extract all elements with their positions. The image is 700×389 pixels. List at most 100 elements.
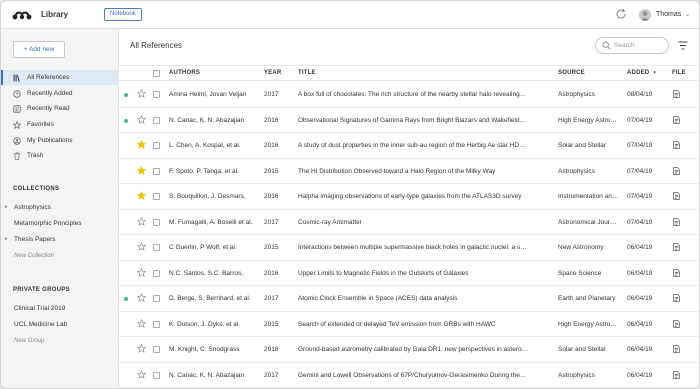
add-new-button[interactable]: + Add new (13, 41, 65, 58)
star-filled-icon[interactable] (137, 165, 146, 175)
star-outline-icon[interactable] (137, 216, 146, 226)
new-collection-link[interactable]: New Collection (14, 253, 54, 259)
added-cell: 06/04/19 (627, 320, 653, 328)
table-row[interactable]: F. Spoto, P. Tanga, et al. 2015 The HI Dis… (119, 159, 699, 184)
pdf-file-icon[interactable] (673, 217, 680, 226)
sync-icon[interactable] (615, 8, 627, 20)
year-cell: 2017 (264, 371, 279, 379)
mendeley-logo-icon[interactable] (12, 9, 32, 20)
sidebar-item-recently-read[interactable]: Recently Read (1, 101, 119, 116)
table-row[interactable]: N. Canac, K. N. Abazajian 2016 Observation… (119, 108, 699, 133)
pdf-file-icon[interactable] (673, 243, 680, 251)
pdf-file-icon[interactable] (673, 294, 680, 302)
collection-item-thesis-papers[interactable]: ▸ Thesis Papers (1, 232, 119, 247)
expand-arrow-icon[interactable]: ▸ (5, 200, 8, 215)
added-cell: 07/04/19 (627, 142, 653, 149)
authors-cell: L. Chen, A. Kospal, et al. (169, 142, 241, 149)
column-header-authors[interactable]: AUTHORS (169, 70, 200, 76)
table-row[interactable]: Amina Helmi, Jovan Veljan 2017 A box full … (119, 82, 699, 108)
star-filled-icon[interactable] (137, 140, 146, 149)
column-header-added[interactable]: ADDED ▼ (627, 70, 657, 76)
page-title: All References (130, 41, 183, 50)
collection-label: Thesis Papers (14, 236, 56, 243)
select-all-checkbox[interactable] (153, 70, 160, 77)
chevron-down-icon[interactable]: ⌄ (685, 11, 690, 18)
row-checkbox[interactable] (153, 371, 160, 379)
filter-icon[interactable] (678, 41, 688, 50)
notebook-button[interactable]: Notebook (104, 8, 142, 21)
table-row[interactable]: D. Berge, S. Bernhard, et al. 2017 Atomic … (119, 286, 699, 312)
pdf-file-icon[interactable] (673, 90, 680, 98)
star-outline-icon[interactable] (137, 267, 146, 277)
sidebar-item-my-publications[interactable]: My Publications (1, 133, 119, 148)
year-cell: 2016 (264, 346, 279, 353)
search-input[interactable] (614, 40, 666, 51)
pdf-file-icon[interactable] (673, 370, 680, 379)
row-checkbox[interactable] (153, 320, 160, 328)
table-row[interactable]: M. Knight, C. Snodgrass 2016 Ground-based … (119, 337, 699, 363)
row-checkbox[interactable] (153, 244, 160, 251)
pdf-file-icon[interactable] (673, 192, 680, 200)
added-cell: 06/04/19 (627, 244, 653, 251)
row-checkbox[interactable] (153, 346, 160, 353)
row-checkbox[interactable] (153, 142, 160, 149)
row-checkbox[interactable] (153, 218, 160, 226)
table-row[interactable]: C Guerlin, P Wolf, et al. 2015 Interaction… (119, 235, 699, 261)
collection-item-astrophysics[interactable]: ▸ Astrophysics (1, 200, 119, 215)
star-outline-icon[interactable] (137, 242, 146, 251)
pdf-file-icon[interactable] (673, 141, 680, 149)
sort-descending-icon[interactable]: ▼ (652, 70, 657, 75)
star-filled-icon[interactable] (137, 191, 146, 200)
search-box[interactable] (595, 37, 669, 54)
sidebar-item-recently-added[interactable]: Recently Added (1, 86, 119, 101)
row-checkbox[interactable] (153, 193, 160, 200)
user-avatar[interactable] (639, 9, 651, 21)
table-row[interactable]: M. Fumagalli, A. Boselli et al. 2017 Cosmi… (119, 210, 699, 235)
title-cell: Halpha imaging observations of early-typ… (298, 193, 522, 200)
authors-cell: Amina Helmi, Jovan Veljan (169, 91, 247, 98)
table-row[interactable]: N. Canac, K. N. Abazajian 2017 Gemini and … (119, 363, 699, 388)
column-header-title[interactable]: TITLE (298, 70, 316, 76)
table-row[interactable]: L. Chen, A. Kospal, et al. 2016 A study of… (119, 133, 699, 159)
star-outline-icon[interactable] (137, 369, 146, 379)
pdf-file-icon[interactable] (673, 166, 680, 175)
sidebar-item-favorites[interactable]: Favorites (1, 117, 119, 132)
table-row[interactable]: S. Bouquillon, J. Desmars, 2016 Halpha ima… (119, 184, 699, 210)
sidebar-item-all-references[interactable]: All References (1, 70, 119, 85)
group-item-ucl-medicine-lab[interactable]: UCL Medicine Lab (1, 317, 119, 332)
year-cell: 2015 (264, 244, 279, 251)
collection-item-metamorphic-principles[interactable]: Metamorphic Principles (1, 216, 119, 231)
expand-arrow-icon[interactable]: ▸ (5, 232, 8, 247)
source-cell: Earth and Planetary (558, 295, 616, 302)
pdf-file-icon[interactable] (673, 268, 680, 277)
row-checkbox[interactable] (153, 91, 160, 98)
sidebar-item-trash[interactable]: Trash (1, 148, 119, 163)
table-row[interactable]: K. Dutson, J. Dyks, et al. 2015 Search of … (119, 312, 699, 337)
unread-dot-icon (124, 93, 128, 97)
year-cell: 2015 (264, 167, 279, 175)
row-checkbox[interactable] (153, 116, 160, 124)
group-label: UCL Medicine Lab (14, 321, 68, 328)
row-checkbox[interactable] (153, 269, 160, 277)
group-item-clinical-trial[interactable]: Clinical Trial 2019 (1, 301, 119, 316)
star-outline-icon[interactable] (137, 344, 146, 353)
row-checkbox[interactable] (153, 295, 160, 302)
star-outline-icon[interactable] (137, 89, 146, 98)
table-row[interactable]: N.C. Santos, S.C. Barros, 2016 Upper Limit… (119, 261, 699, 286)
star-outline-icon[interactable] (137, 293, 146, 302)
column-header-added-label: ADDED (627, 70, 650, 76)
pdf-file-icon[interactable] (673, 115, 680, 124)
row-checkbox[interactable] (153, 167, 160, 175)
column-header-source[interactable]: SOURCE (558, 70, 585, 76)
user-name[interactable]: Thomas (656, 11, 681, 18)
new-group-link[interactable]: New Group (14, 338, 44, 344)
column-header-file[interactable]: FILE (672, 70, 686, 76)
column-header-year[interactable]: YEAR (264, 70, 281, 76)
search-icon (602, 41, 611, 50)
pdf-file-icon[interactable] (673, 319, 680, 328)
pdf-file-icon[interactable] (673, 345, 680, 353)
authors-cell: N.C. Santos, S.C. Barros, (169, 269, 244, 277)
source-cell: High Energy Astro… (558, 116, 617, 124)
star-outline-icon[interactable] (137, 114, 146, 124)
star-outline-icon[interactable] (137, 318, 146, 328)
